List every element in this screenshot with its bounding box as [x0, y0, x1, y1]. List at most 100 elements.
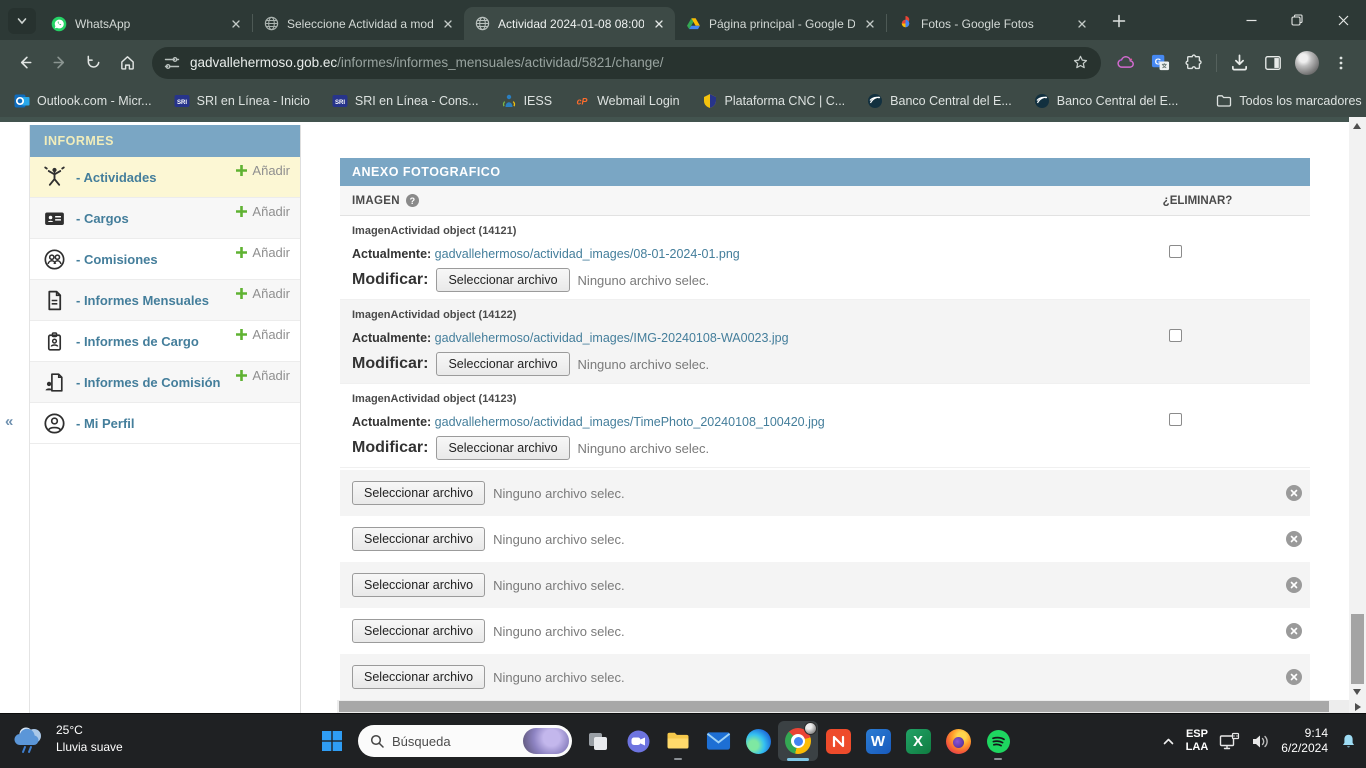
network-button[interactable]	[1219, 732, 1240, 751]
bookmark-banco-central-2[interactable]: Banco Central del E...	[1034, 93, 1179, 109]
select-file-button[interactable]: Seleccionar archivo	[436, 268, 569, 292]
window-restore-button[interactable]	[1274, 0, 1320, 40]
sidebar-item-informes-de-cargo[interactable]: - Informes de Cargo Añadir	[30, 321, 300, 362]
side-panel-button[interactable]	[1256, 46, 1290, 80]
hidden-icons-button[interactable]	[1162, 735, 1175, 748]
start-button[interactable]	[312, 721, 352, 761]
scroll-up-arrow[interactable]	[1353, 123, 1361, 129]
sidebar-collapse-button[interactable]: «	[5, 413, 13, 430]
new-tab-button[interactable]	[1105, 7, 1133, 35]
google-translate-icon[interactable]: G	[1143, 46, 1177, 80]
horizontal-scrollbar[interactable]	[337, 700, 1349, 713]
remove-row-icon[interactable]	[1286, 485, 1302, 501]
chrome-button-active[interactable]	[778, 721, 818, 761]
bookmark-sri-consultas[interactable]: SRI SRI en Línea - Cons...	[332, 93, 479, 109]
notifications-button[interactable]	[1339, 732, 1358, 751]
window-minimize-button[interactable]	[1228, 0, 1274, 40]
bookmark-star-icon[interactable]	[1072, 54, 1089, 71]
select-file-button[interactable]: Seleccionar archivo	[436, 436, 569, 460]
bookmark-iess[interactable]: IESS	[501, 93, 553, 109]
file-link[interactable]: gadvallehermoso/actividad_images/08-01-2…	[435, 247, 740, 261]
tab-google-fotos[interactable]: Fotos - Google Fotos	[887, 7, 1098, 40]
excel-button[interactable]: X	[898, 721, 938, 761]
language-indicator[interactable]: ESPLAA	[1186, 728, 1209, 755]
address-bar[interactable]: gadvallehermoso.gob.ec/informes/informes…	[152, 47, 1101, 79]
tab-close-button[interactable]	[439, 15, 457, 33]
scroll-right-arrow[interactable]	[1355, 703, 1361, 711]
sidebar-item-actividades[interactable]: - Actividades Añadir	[30, 157, 300, 198]
all-bookmarks-button[interactable]: Todos los marcadores	[1216, 93, 1361, 109]
browser-menu-button[interactable]	[1324, 46, 1358, 80]
remove-row-icon[interactable]	[1286, 623, 1302, 639]
bookmark-banco-central-1[interactable]: Banco Central del E...	[867, 93, 1012, 109]
spotify-button[interactable]	[978, 721, 1018, 761]
taskbar-search-box[interactable]: Búsqueda	[358, 725, 572, 757]
select-file-button[interactable]: Seleccionar archivo	[352, 573, 485, 597]
scrollbar-corner[interactable]	[1349, 700, 1366, 713]
volume-button[interactable]	[1251, 733, 1270, 750]
sidebar-item-informes-mensuales[interactable]: - Informes Mensuales Añadir	[30, 280, 300, 321]
remove-row-icon[interactable]	[1286, 531, 1302, 547]
tab-whatsapp[interactable]: WhatsApp	[41, 7, 252, 40]
taskbar-weather-widget[interactable]: 25°C Lluvia suave	[12, 722, 123, 756]
vertical-scrollbar[interactable]	[1349, 117, 1366, 713]
file-explorer-button[interactable]	[658, 721, 698, 761]
select-file-button[interactable]: Seleccionar archivo	[352, 527, 485, 551]
select-file-button[interactable]: Seleccionar archivo	[352, 619, 485, 643]
mail-button[interactable]	[698, 721, 738, 761]
file-link[interactable]: gadvallehermoso/actividad_images/TimePho…	[435, 415, 825, 429]
remove-row-icon[interactable]	[1286, 577, 1302, 593]
task-view-button[interactable]	[578, 721, 618, 761]
add-actividad-link[interactable]: Añadir	[235, 163, 290, 178]
add-informe-cargo-link[interactable]: Añadir	[235, 327, 290, 342]
tab-search-button[interactable]	[8, 8, 36, 34]
tab-close-button[interactable]	[861, 15, 879, 33]
reload-button[interactable]	[76, 46, 110, 80]
help-icon[interactable]: ?	[406, 194, 419, 207]
add-informe-comision-link[interactable]: Añadir	[235, 368, 290, 383]
select-file-button[interactable]: Seleccionar archivo	[352, 665, 485, 689]
chevron-down-icon	[16, 15, 28, 27]
window-close-button[interactable]	[1320, 0, 1366, 40]
file-link[interactable]: gadvallehermoso/actividad_images/IMG-202…	[435, 331, 789, 345]
nitro-pdf-button[interactable]	[818, 721, 858, 761]
add-informe-mensual-link[interactable]: Añadir	[235, 286, 290, 301]
edge-button[interactable]	[738, 721, 778, 761]
extensions-puzzle-icon[interactable]	[1177, 46, 1211, 80]
tab-seleccione-actividad[interactable]: Seleccione Actividad a modif	[253, 7, 464, 40]
sidebar-item-comisiones[interactable]: - Comisiones Añadir	[30, 239, 300, 280]
bookmark-cnc[interactable]: Plataforma CNC | C...	[702, 93, 846, 109]
sidebar-item-mi-perfil[interactable]: - Mi Perfil	[30, 403, 300, 444]
extension-cloud-icon[interactable]	[1109, 46, 1143, 80]
tab-google-drive[interactable]: Página principal - Google Dr	[675, 7, 886, 40]
vertical-scroll-thumb[interactable]	[1351, 614, 1364, 684]
forward-button[interactable]	[42, 46, 76, 80]
tab-actividad-active[interactable]: Actividad 2024-01-08 08:00:0	[464, 7, 675, 40]
add-cargo-link[interactable]: Añadir	[235, 204, 290, 219]
delete-checkbox[interactable]	[1169, 329, 1182, 342]
back-button[interactable]	[8, 46, 42, 80]
delete-checkbox[interactable]	[1169, 413, 1182, 426]
tab-close-button[interactable]	[1073, 15, 1091, 33]
select-file-button[interactable]: Seleccionar archivo	[436, 352, 569, 376]
clock-widget[interactable]: 9:146/2/2024	[1281, 726, 1328, 757]
downloads-button[interactable]	[1222, 46, 1256, 80]
add-comision-link[interactable]: Añadir	[235, 245, 290, 260]
tab-close-button[interactable]	[227, 15, 245, 33]
profile-avatar[interactable]	[1290, 46, 1324, 80]
chat-button[interactable]	[618, 721, 658, 761]
home-button[interactable]	[110, 46, 144, 80]
delete-checkbox[interactable]	[1169, 245, 1182, 258]
bookmark-sri-inicio[interactable]: SRI SRI en Línea - Inicio	[174, 93, 310, 109]
bookmark-outlook[interactable]: Outlook.com - Micr...	[14, 93, 152, 109]
horizontal-scroll-thumb[interactable]	[339, 701, 1329, 712]
word-button[interactable]: W	[858, 721, 898, 761]
sidebar-item-informes-de-comision[interactable]: - Informes de Comisión Añadir	[30, 362, 300, 403]
scroll-down-arrow[interactable]	[1353, 689, 1361, 695]
sidebar-item-cargos[interactable]: - Cargos Añadir	[30, 198, 300, 239]
remove-row-icon[interactable]	[1286, 669, 1302, 685]
firefox-button[interactable]	[938, 721, 978, 761]
select-file-button[interactable]: Seleccionar archivo	[352, 481, 485, 505]
bookmark-webmail[interactable]: cP Webmail Login	[574, 93, 679, 109]
tab-close-button[interactable]	[650, 15, 668, 33]
